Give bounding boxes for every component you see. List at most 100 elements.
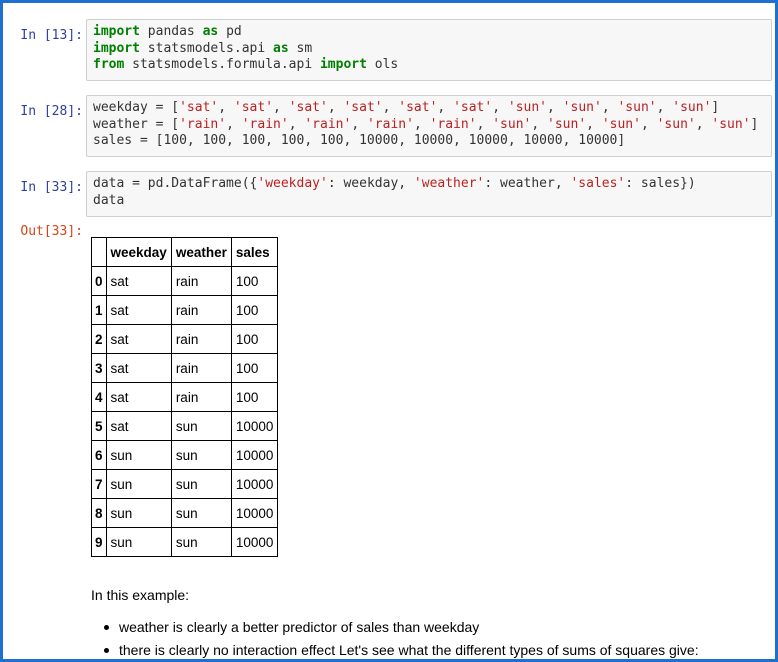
- table-row: 6 sun sun 10000: [91, 440, 279, 470]
- table-cell: sun: [105, 469, 172, 499]
- code-string: 'sun': [547, 116, 587, 132]
- table-cell: sat: [105, 295, 172, 325]
- input-prompt: In [13]:: [20, 28, 83, 43]
- code-text: statsmodels.api: [139, 40, 274, 56]
- code-line: weekday = ['sat', 'sat', 'sat', 'sat', '…: [93, 100, 765, 117]
- code-string: 'rain': [241, 116, 289, 132]
- code-string: 'sun': [507, 100, 548, 115]
- table-cell: 100: [230, 382, 279, 412]
- table-cell: rain: [170, 324, 232, 354]
- code-string: 'sun': [711, 116, 751, 132]
- code-text: ,: [226, 116, 242, 132]
- code-input-area[interactable]: import pandas as pd import statsmodels.a…: [86, 19, 772, 81]
- table-row: 1 sat rain 100: [91, 295, 279, 325]
- code-text: : weekday,: [327, 176, 414, 191]
- code-text: ,: [492, 100, 508, 115]
- code-input-area[interactable]: data = pd.DataFrame({'weekday': weekday,…: [86, 171, 772, 217]
- index-header: [91, 237, 107, 267]
- row-index-cell: 8: [91, 498, 107, 528]
- code-line: import statsmodels.api as sm: [93, 41, 765, 58]
- code-string: 'rain': [179, 116, 227, 132]
- table-row: 8 sun sun 10000: [91, 498, 279, 528]
- table-row: 5 sat sun 10000: [91, 411, 279, 441]
- code-string: 'sat': [179, 100, 219, 115]
- code-text: ,: [547, 100, 563, 115]
- code-text: ,: [656, 100, 673, 115]
- row-index-cell: 9: [91, 527, 107, 557]
- column-header: weekday: [105, 237, 172, 267]
- code-string: 'weather': [413, 176, 485, 191]
- code-string: 'sun': [601, 116, 641, 132]
- code-keyword: import: [319, 57, 367, 72]
- bullet-item: there is clearly no interaction effect L…: [91, 640, 699, 659]
- table-header-row: weekday weather sales: [91, 237, 279, 267]
- table-row: 2 sat rain 100: [91, 324, 279, 354]
- code-string: 'sales': [570, 176, 626, 191]
- table-cell: 10000: [230, 527, 279, 557]
- table-row: 7 sun sun 10000: [91, 469, 279, 499]
- bullet-item: weather is clearly a better predictor of…: [91, 617, 699, 638]
- markdown-bullet-list: weather is clearly a better predictor of…: [91, 617, 699, 659]
- row-index-cell: 7: [91, 469, 107, 499]
- row-index-cell: 3: [91, 353, 107, 383]
- dataframe-table: weekday weather sales 0 sat rain 100 1 sat rain 1…: [91, 237, 279, 557]
- code-string: 'weekday': [257, 176, 328, 191]
- table-cell: rain: [170, 382, 232, 412]
- table-row: 4 sat rain 100: [91, 382, 279, 412]
- input-prompt: In [28]:: [20, 104, 83, 119]
- code-text: ,: [413, 116, 430, 132]
- code-text: ,: [273, 100, 289, 115]
- code-text: ,: [288, 116, 305, 132]
- code-keyword: as: [202, 24, 219, 39]
- column-header: weather: [170, 237, 232, 267]
- row-index-cell: 1: [91, 295, 107, 325]
- code-line: import pandas as pd: [93, 24, 765, 41]
- code-text: sales = [100, 100, 100, 100, 100, 10000,…: [93, 133, 626, 148]
- row-index-cell: 2: [91, 324, 107, 354]
- code-text: ]: [750, 116, 759, 132]
- table-cell: 100: [230, 266, 279, 296]
- code-text: pd: [218, 24, 242, 39]
- code-text: ,: [437, 100, 454, 115]
- code-text: : sales}): [625, 176, 696, 191]
- code-string: 'sun': [562, 100, 602, 115]
- code-line: data = pd.DataFrame({'weekday': weekday,…: [93, 176, 765, 193]
- table-cell: 10000: [230, 440, 279, 470]
- code-text: : weather,: [484, 176, 571, 191]
- code-keyword: as: [273, 40, 289, 56]
- column-header: sales: [230, 237, 279, 267]
- code-text: ,: [476, 116, 493, 132]
- table-cell: 10000: [230, 469, 279, 499]
- table-cell: sun: [105, 498, 172, 528]
- code-text: ,: [531, 116, 548, 132]
- table-cell: 10000: [230, 411, 279, 441]
- notebook-frame: In [13]: import pandas as pd import stat…: [0, 0, 778, 662]
- code-string: 'sat': [398, 100, 438, 115]
- table-row: 3 sat rain 100: [91, 353, 279, 383]
- table-cell: sun: [170, 411, 232, 441]
- code-text: ,: [640, 116, 657, 132]
- row-index-cell: 5: [91, 411, 107, 441]
- table-cell: sun: [170, 440, 232, 470]
- table-cell: sun: [105, 440, 172, 470]
- code-string: 'sat': [288, 100, 328, 115]
- table-row: 9 sun sun 10000: [91, 527, 279, 557]
- code-input-area[interactable]: weekday = ['sat', 'sat', 'sat', 'sat', '…: [86, 95, 772, 157]
- code-text: weekday = [: [93, 100, 180, 115]
- table-cell: sun: [170, 469, 232, 499]
- table-cell: sat: [105, 266, 172, 296]
- table-cell: 10000: [230, 498, 279, 528]
- table-cell: sun: [105, 527, 172, 557]
- code-text: pandas: [139, 24, 203, 39]
- code-keyword: import: [93, 24, 140, 39]
- code-text: sm: [288, 40, 313, 56]
- code-text: ,: [695, 116, 712, 132]
- code-string: 'sat': [453, 100, 493, 115]
- code-text: ,: [586, 116, 602, 132]
- code-string: 'sat': [233, 100, 274, 115]
- table-cell: sat: [105, 411, 172, 441]
- table-cell: rain: [170, 353, 232, 383]
- markdown-intro: In this example:: [91, 587, 190, 603]
- table-cell: sat: [105, 324, 172, 354]
- code-line: weather = ['rain', 'rain', 'rain', 'rain…: [93, 117, 765, 134]
